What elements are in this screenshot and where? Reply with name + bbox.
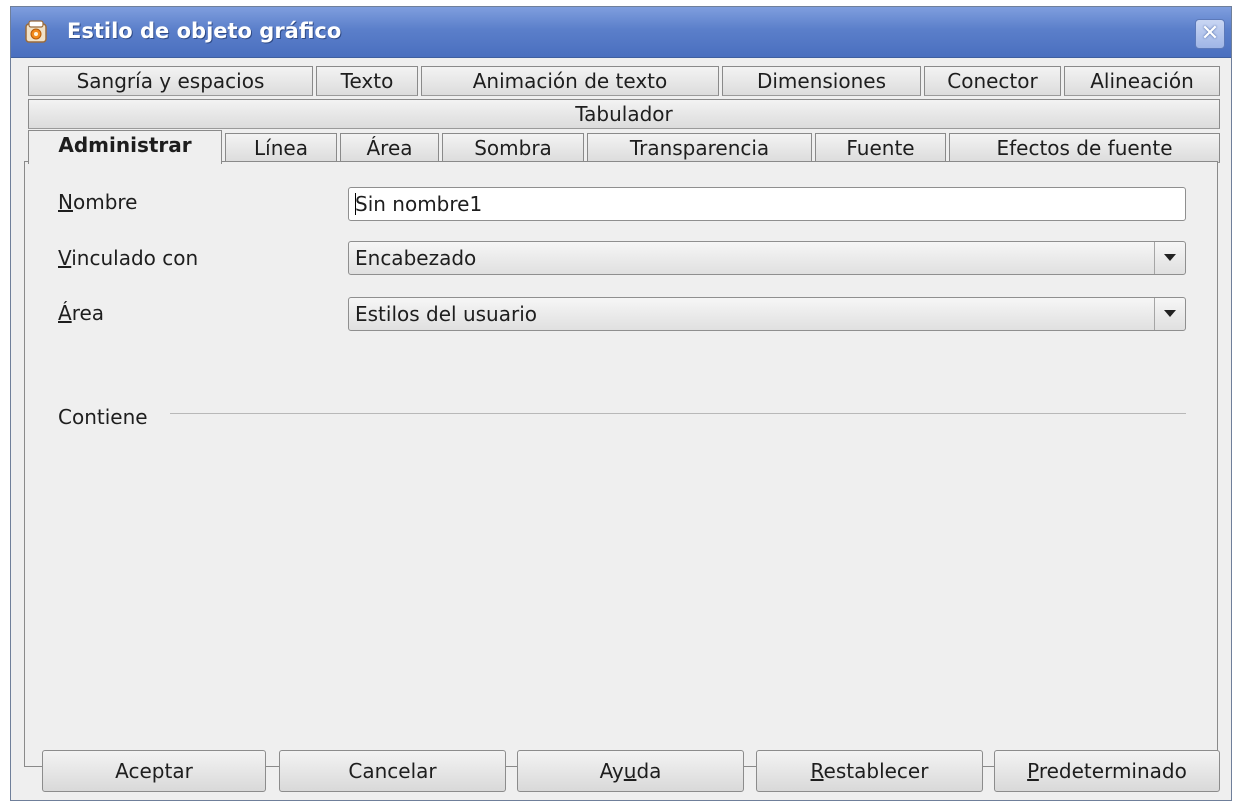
tab-sangria-y-espacios[interactable]: Sangría y espacios xyxy=(28,66,313,96)
nombre-input[interactable]: Sin nombre1 xyxy=(348,187,1186,221)
predeterminado-button[interactable]: Predeterminado xyxy=(994,750,1220,792)
nombre-label-text: ombre xyxy=(72,190,138,214)
tab-transparencia[interactable]: Transparencia xyxy=(587,133,812,163)
area-select[interactable]: Estilos del usuario xyxy=(348,297,1186,331)
tab-texto[interactable]: Texto xyxy=(316,66,418,96)
vinculado-label: Vinculado con xyxy=(58,246,198,270)
office-app-icon xyxy=(25,20,47,43)
chevron-down-icon xyxy=(1164,310,1176,317)
predeterminado-mnemonic: P xyxy=(1027,759,1039,783)
contiene-label: Contiene xyxy=(58,405,154,429)
area-mnemonic: Á xyxy=(58,301,72,325)
area-dropdown-button[interactable] xyxy=(1154,298,1185,330)
tab-administrar[interactable]: Administrar xyxy=(28,130,222,164)
tab-row-2: Tabulador xyxy=(28,99,1220,130)
tab-alineacion[interactable]: Alineación xyxy=(1064,66,1220,96)
vinculado-mnemonic: V xyxy=(58,246,72,270)
tab-sombra[interactable]: Sombra xyxy=(442,133,584,163)
tab-row-3: Administrar Línea Área Sombra Transparen… xyxy=(28,130,1220,164)
vinculado-label-text: inculado con xyxy=(71,246,199,270)
title-bar[interactable]: Estilo de objeto gráfico ✕ xyxy=(11,7,1231,58)
tab-tabulador[interactable]: Tabulador xyxy=(28,99,1220,129)
area-label-text: rea xyxy=(71,301,105,325)
nombre-value: Sin nombre1 xyxy=(355,192,483,216)
aceptar-button[interactable]: Aceptar xyxy=(42,750,266,792)
restablecer-label-rest: establecer xyxy=(823,759,929,783)
contiene-separator xyxy=(170,413,1186,414)
ayuda-button[interactable]: Ayuda xyxy=(517,750,744,792)
tab-conector[interactable]: Conector xyxy=(924,66,1061,96)
nombre-mnemonic: N xyxy=(58,190,73,214)
ayuda-label-pre: Ay xyxy=(599,759,624,783)
ayuda-mnemonic: u xyxy=(623,759,637,783)
nombre-label: Nombre xyxy=(58,190,137,214)
predeterminado-label-rest: redeterminado xyxy=(1038,759,1187,783)
tab-row-1: Sangría y espacios Texto Animación de te… xyxy=(28,66,1220,97)
window-title: Estilo de objeto gráfico xyxy=(67,19,342,43)
close-button[interactable]: ✕ xyxy=(1195,19,1225,49)
restablecer-mnemonic: R xyxy=(810,759,824,783)
chevron-down-icon xyxy=(1164,254,1176,261)
cancelar-button[interactable]: Cancelar xyxy=(279,750,506,792)
tab-fuente[interactable]: Fuente xyxy=(815,133,946,163)
vinculado-dropdown-button[interactable] xyxy=(1154,242,1185,274)
tab-area[interactable]: Área xyxy=(340,133,439,163)
tab-linea[interactable]: Línea xyxy=(225,133,337,163)
area-value: Estilos del usuario xyxy=(355,302,537,326)
vinculado-select[interactable]: Encabezado xyxy=(348,241,1186,275)
tab-dimensiones[interactable]: Dimensiones xyxy=(722,66,921,96)
close-icon: ✕ xyxy=(1200,21,1220,46)
vinculado-value: Encabezado xyxy=(355,246,477,270)
tab-animacion-de-texto[interactable]: Animación de texto xyxy=(421,66,719,96)
restablecer-button[interactable]: Restablecer xyxy=(756,750,983,792)
tab-efectos-de-fuente[interactable]: Efectos de fuente xyxy=(949,133,1220,163)
ayuda-label-post: da xyxy=(636,759,662,783)
area-label: Área xyxy=(58,301,104,325)
